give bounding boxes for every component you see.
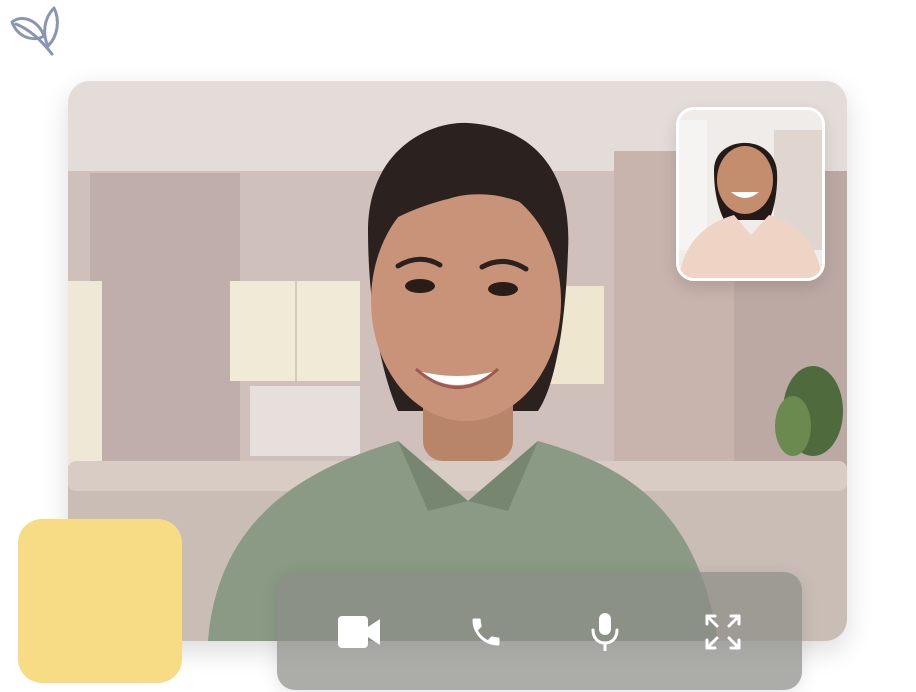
call-control-bar xyxy=(277,572,802,690)
fullscreen-icon xyxy=(705,614,741,650)
fullscreen-button[interactable] xyxy=(697,606,749,658)
call-button[interactable] xyxy=(460,606,512,658)
phone-icon xyxy=(468,614,504,650)
self-view-scene xyxy=(679,110,822,278)
self-view-video[interactable] xyxy=(676,107,825,281)
decorative-yellow-square xyxy=(18,519,182,683)
mute-button[interactable] xyxy=(579,606,631,658)
microphone-icon xyxy=(590,612,620,652)
leaf-logo-icon xyxy=(4,2,62,60)
video-toggle-button[interactable] xyxy=(333,606,385,658)
video-camera-icon xyxy=(337,615,381,649)
